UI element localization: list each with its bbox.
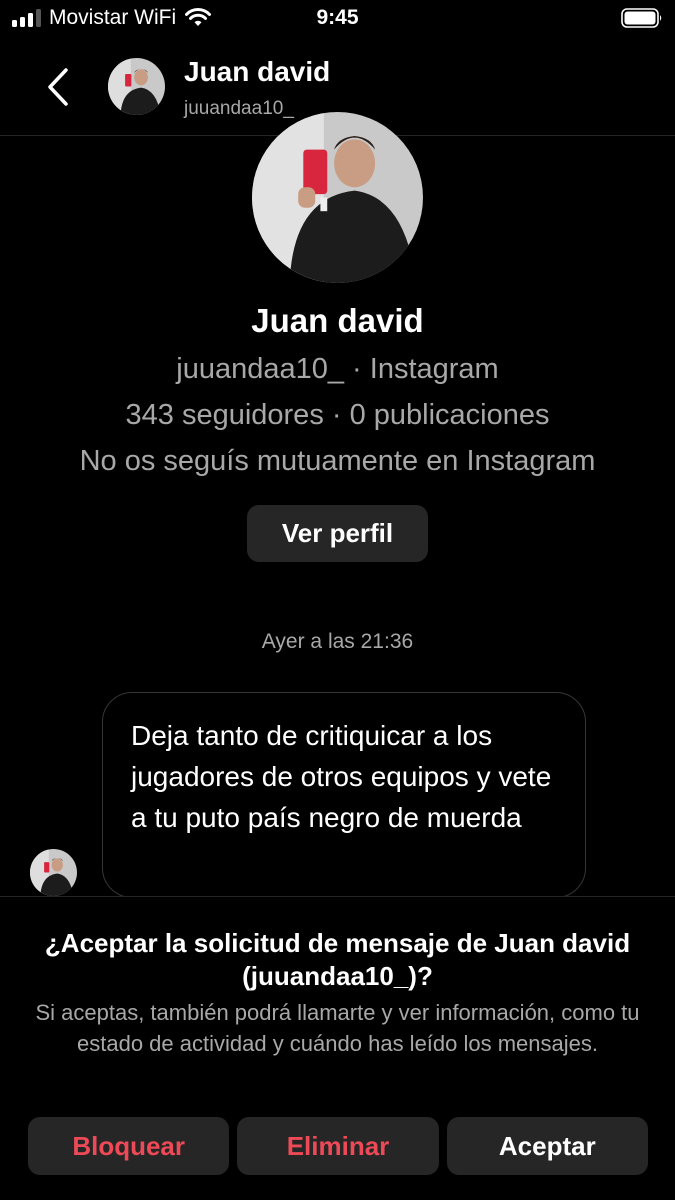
- status-bar: Movistar WiFi 9:45: [0, 0, 675, 38]
- message-timestamp: Ayer a las 21:36: [261, 630, 414, 653]
- back-chevron-icon[interactable]: [38, 62, 78, 112]
- profile-handle-line: juuandaa10_ · Instagram: [176, 353, 499, 385]
- block-button[interactable]: Bloquear: [28, 1117, 230, 1175]
- accept-button[interactable]: Aceptar: [446, 1117, 648, 1175]
- battery-icon: [621, 8, 662, 28]
- delete-button[interactable]: Eliminar: [237, 1117, 439, 1175]
- status-time: 9:45: [316, 6, 359, 29]
- message-bubble[interactable]: Deja tanto de critiquicar a los jugadore…: [102, 692, 586, 898]
- view-profile-button[interactable]: Ver perfil: [247, 505, 428, 562]
- profile-name: Juan david: [251, 302, 424, 339]
- request-title: ¿Aceptar la solicitud de mensaje de Juan…: [44, 928, 631, 991]
- message-request-panel: ¿Aceptar la solicitud de mensaje de Juan…: [0, 896, 675, 1200]
- profile-mutual-line: No os seguís mutuamente en Instagram: [79, 445, 596, 477]
- request-actions: Bloquear Eliminar Aceptar: [28, 1117, 648, 1175]
- request-description: Si aceptas, también podrá llamarte y ver…: [35, 1000, 640, 1056]
- header-avatar[interactable]: [108, 58, 165, 115]
- profile-avatar[interactable]: [252, 112, 423, 283]
- profile-stats-line: 343 seguidores · 0 publicaciones: [125, 399, 550, 431]
- sender-avatar[interactable]: [30, 849, 77, 896]
- header-username: juuandaa10_: [184, 98, 294, 119]
- header-name[interactable]: Juan david: [184, 56, 330, 88]
